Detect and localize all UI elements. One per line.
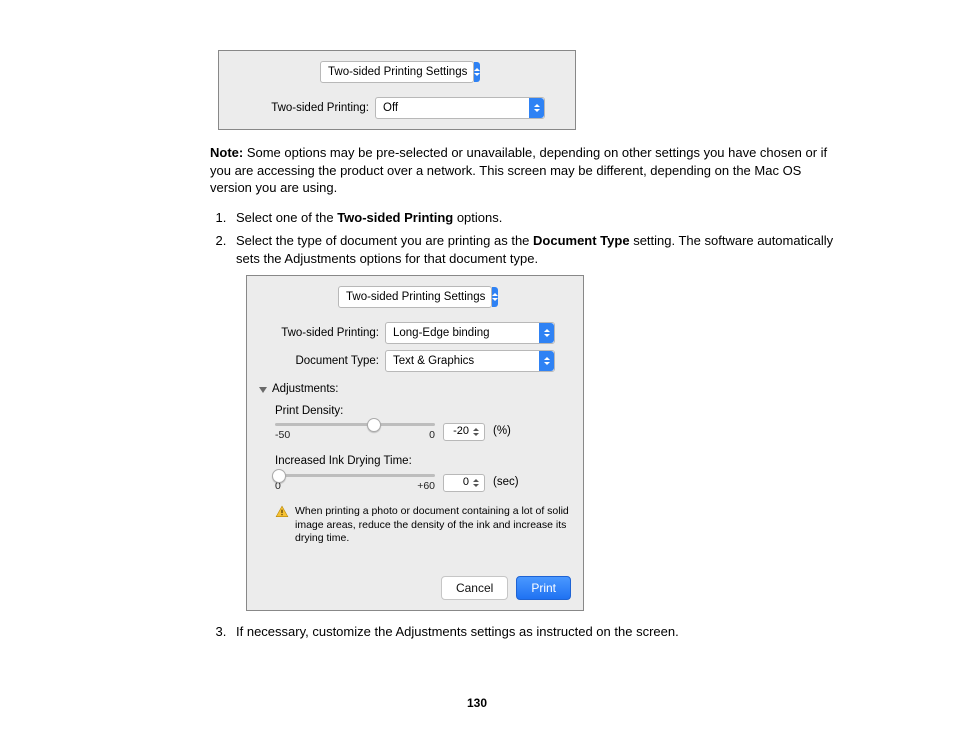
stepper-icon [539,351,554,371]
stepper-icon [474,62,480,82]
document-type-value: Text & Graphics [386,354,539,370]
step-3: If necessary, customize the Adjustments … [230,623,844,641]
stepper-icon [539,323,554,343]
page-number: 130 [0,696,954,710]
print-button[interactable]: Print [516,576,571,600]
stepper-icon [470,479,481,487]
pane-menu-label: Two-sided Printing Settings [321,66,474,78]
adjustments-label: Adjustments: [272,382,338,398]
step-1: Select one of the Two-sided Printing opt… [230,209,844,227]
document-type-label: Document Type: [259,354,379,370]
warning-text: When printing a photo or document contai… [295,505,571,546]
stepper-icon [529,98,544,118]
two-sided-select[interactable]: Long-Edge binding [385,322,555,344]
adjustments-disclosure[interactable]: Adjustments: [259,382,571,398]
two-sided-value: Off [376,102,529,114]
triangle-down-icon [259,387,267,393]
document-type-select[interactable]: Text & Graphics [385,350,555,372]
cancel-button[interactable]: Cancel [441,576,508,600]
note-paragraph: Note: Some options may be pre-selected o… [210,144,844,197]
pane-menu-select[interactable]: Two-sided Printing Settings [338,286,492,308]
pane-menu-label: Two-sided Printing Settings [339,290,492,306]
note-text: Some options may be pre-selected or unav… [210,145,827,195]
drying-time-slider[interactable]: 0+60 [275,474,435,493]
slider-thumb[interactable] [272,469,286,483]
print-density-field[interactable]: -20 [443,423,485,441]
note-label: Note: [210,145,243,160]
pane-menu-select[interactable]: Two-sided Printing Settings [320,61,474,83]
two-sided-value: Long-Edge binding [386,326,539,342]
warning-icon [275,505,289,519]
stepper-icon [470,428,481,436]
warning-row: When printing a photo or document contai… [275,505,571,546]
settings-pane-1: Two-sided Printing Settings Two-sided Pr… [218,50,576,130]
print-density-label: Print Density: [275,404,571,420]
print-density-slider[interactable]: -500 [275,423,435,442]
drying-time-unit: (sec) [493,475,519,491]
step-2: Select the type of document you are prin… [230,232,844,611]
stepper-icon [492,287,498,307]
drying-time-label: Increased Ink Drying Time: [275,454,571,470]
two-sided-label: Two-sided Printing: [259,326,379,342]
settings-pane-2: Two-sided Printing Settings Two-sided Pr… [246,275,584,611]
steps-list: Select one of the Two-sided Printing opt… [212,209,844,641]
two-sided-label: Two-sided Printing: [261,102,369,114]
two-sided-select[interactable]: Off [375,97,545,119]
print-density-unit: (%) [493,424,511,440]
drying-time-field[interactable]: 0 [443,474,485,492]
